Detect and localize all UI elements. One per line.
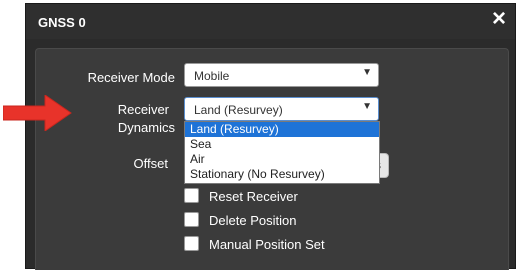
offset-label: Offset xyxy=(133,156,168,171)
dropdown-option-stationary-no-resurvey[interactable]: Stationary (No Resurvey) xyxy=(185,167,379,182)
receiver-dynamics-dropdown-list: Land (Resurvey) Sea Air Stationary (No R… xyxy=(184,121,380,184)
red-arrow-icon xyxy=(3,95,72,131)
receiver-dynamics-label-line2: Dynamics xyxy=(117,120,175,135)
close-icon[interactable]: × xyxy=(487,7,511,31)
settings-panel: Receiver Mode Mobile ▼ Receiver Dynamics… xyxy=(35,48,509,270)
dropdown-option-land-resurvey[interactable]: Land (Resurvey) xyxy=(185,122,379,137)
manual-position-set-label: Manual Position Set xyxy=(209,237,325,252)
gnss-dialog: GNSS 0 × Receiver Mode Mobile ▼ Receiver… xyxy=(25,3,516,270)
reset-receiver-label: Reset Receiver xyxy=(209,189,298,204)
receiver-dynamics-select[interactable]: Land (Resurvey) ▼ xyxy=(184,97,379,121)
reset-receiver-checkbox[interactable] xyxy=(184,188,199,203)
dialog-title: GNSS 0 xyxy=(38,15,86,30)
dialog-titlebar: GNSS 0 × xyxy=(26,4,515,39)
receiver-dynamics-value: Land (Resurvey) xyxy=(194,103,283,117)
manual-position-set-checkbox[interactable] xyxy=(184,236,199,251)
delete-position-checkbox[interactable] xyxy=(184,212,199,227)
chevron-down-icon: ▼ xyxy=(362,67,372,78)
dropdown-option-air[interactable]: Air xyxy=(185,152,379,167)
receiver-mode-label: Receiver Mode xyxy=(87,70,175,85)
receiver-mode-value: Mobile xyxy=(194,69,230,83)
chevron-down-icon: ▼ xyxy=(362,101,372,112)
dropdown-option-sea[interactable]: Sea xyxy=(185,137,379,152)
receiver-mode-select[interactable]: Mobile ▼ xyxy=(184,63,379,87)
delete-position-label: Delete Position xyxy=(209,213,297,228)
